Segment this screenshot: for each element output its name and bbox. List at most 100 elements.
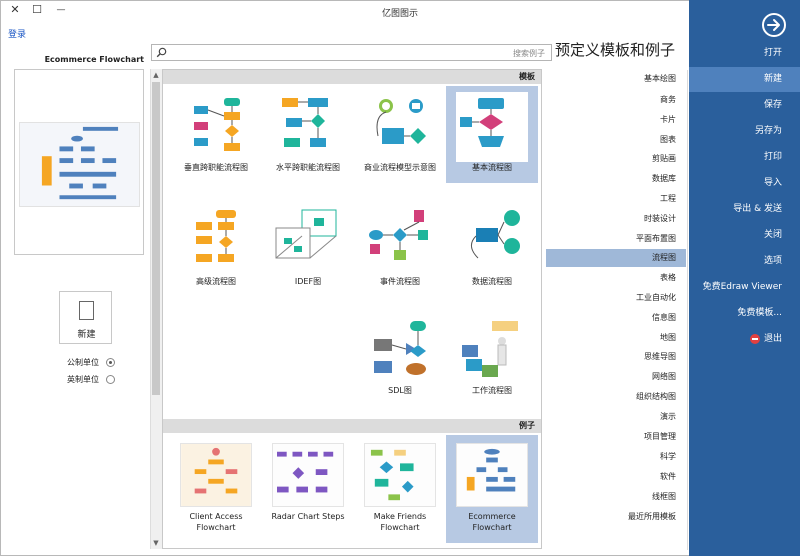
data-flowchart-thumbnail (471, 210, 520, 259)
menu-import[interactable]: 导入 (689, 171, 800, 196)
category-item[interactable]: 线框图 (546, 488, 686, 506)
new-document-button[interactable]: 新建 (59, 291, 112, 344)
preview-pane (14, 69, 144, 255)
new-document-label: 新建 (77, 330, 96, 340)
menu-open[interactable]: 打开 (689, 41, 800, 66)
search-icon[interactable] (156, 47, 167, 58)
example-label: Radar Chart Steps (271, 512, 345, 521)
menu-export-send[interactable]: 导出 & 发送 (689, 197, 800, 222)
example-label: Ecommerce Flowchart (468, 512, 516, 532)
template-horizontal-cross-functional[interactable]: 水平跨职能流程图 (262, 86, 354, 183)
scroll-up-arrow-icon[interactable]: ▲ (151, 70, 161, 80)
category-item[interactable]: 基本绘图 (546, 70, 686, 88)
template-vertical-cross-functional[interactable]: 垂直跨职能流程图 (170, 86, 262, 183)
scrollbar-thumb[interactable] (152, 82, 160, 395)
client-access-thumbnail (180, 443, 252, 507)
menu-save[interactable]: 保存 (689, 93, 800, 118)
template-label: 基本流程图 (472, 163, 512, 172)
vertical-flowchart-thumbnail (194, 98, 240, 151)
category-item[interactable]: 最近所用模板 (546, 508, 686, 526)
page-title: 预定义模板和例子 (555, 41, 676, 59)
make-friends-thumbnail (364, 443, 436, 507)
template-workflow[interactable]: 工作流程图 (446, 309, 538, 406)
imperial-units-label: 英制单位 (67, 375, 99, 384)
idef-thumbnail (275, 209, 337, 259)
category-item[interactable]: 项目管理 (546, 428, 686, 446)
window-title: 亿图图示 (381, 9, 418, 19)
menu-options[interactable]: 选项 (689, 249, 800, 274)
category-item[interactable]: 卡片 (546, 111, 686, 129)
new-document-icon (79, 301, 94, 320)
basic-flowchart-thumbnail (456, 92, 528, 162)
business-process-thumbnail (376, 99, 426, 144)
radar-chart-thumbnail (272, 443, 344, 507)
back-arrow-icon[interactable] (762, 13, 786, 37)
scroll-down-arrow-icon[interactable]: ▼ (151, 538, 161, 548)
template-idef[interactable]: IDEF图 (262, 200, 354, 297)
example-label: Make Friends Flowchart (373, 512, 427, 532)
category-item[interactable]: 工业自动化 (546, 289, 686, 307)
template-event-flowchart[interactable]: 事件流程图 (354, 200, 446, 297)
category-item-flowchart[interactable]: 流程图 (546, 249, 686, 267)
example-radar-chart-steps[interactable]: Radar Chart Steps (262, 435, 354, 543)
template-business-process[interactable]: 商业流程模型示意图 (354, 86, 446, 183)
menu-save-as[interactable]: 另存为 (689, 119, 800, 144)
template-label: 事件流程图 (380, 277, 420, 286)
category-divider (687, 70, 688, 550)
metric-units-radio[interactable] (106, 358, 115, 367)
metric-units-label: 公制单位 (67, 358, 99, 367)
category-item[interactable]: 组织结构图 (546, 388, 686, 406)
menu-free-viewer[interactable]: 免费Edraw Viewer (689, 275, 800, 300)
category-item[interactable]: 时装设计 (546, 210, 686, 228)
preview-title: Ecommerce Flowchart (44, 55, 144, 64)
category-item[interactable]: 地图 (546, 329, 686, 347)
menu-close[interactable]: 关闭 (689, 223, 800, 248)
template-label: 商业流程模型示意图 (364, 163, 436, 172)
examples-section-header: 例子 (163, 419, 541, 433)
example-ecommerce-flowchart[interactable]: Ecommerce Flowchart (446, 435, 538, 543)
template-label: 水平跨职能流程图 (276, 163, 340, 172)
template-label: 垂直跨职能流程图 (184, 163, 248, 172)
exit-icon (749, 333, 760, 344)
search-placeholder: 搜索例子 (513, 49, 545, 58)
category-item[interactable]: 数据库 (546, 170, 686, 188)
horizontal-flowchart-thumbnail (282, 98, 328, 147)
sdl-thumbnail (374, 321, 426, 375)
template-label: 工作流程图 (472, 386, 512, 395)
category-item[interactable]: 软件 (546, 468, 686, 486)
template-label: 高级流程图 (196, 277, 236, 286)
menu-print[interactable]: 打印 (689, 145, 800, 170)
workflow-thumbnail (462, 321, 518, 377)
template-label: 数据流程图 (472, 277, 512, 286)
category-item[interactable]: 工程 (546, 190, 686, 208)
category-item[interactable]: 演示 (546, 408, 686, 426)
category-item[interactable]: 科学 (546, 448, 686, 466)
category-item[interactable]: 网络图 (546, 368, 686, 386)
menu-new[interactable]: 新建 (689, 67, 800, 92)
template-basic-flowchart[interactable]: 基本流程图 (446, 86, 538, 183)
menu-free-templates[interactable]: 免费模板... (689, 301, 800, 326)
example-label: Client Access Flowchart (189, 512, 243, 532)
ecommerce-thumbnail (456, 443, 528, 507)
advanced-flowchart-thumbnail (196, 210, 236, 262)
menu-exit-label: 退出 (763, 334, 782, 344)
imperial-units-radio[interactable] (106, 375, 115, 384)
title-bar: ✕ ☐ — 亿图图示 (0, 0, 800, 22)
category-item[interactable]: 表格 (546, 269, 686, 287)
category-item[interactable]: 图表 (546, 131, 686, 149)
preview-image (19, 122, 140, 207)
login-link[interactable]: 登录 (8, 27, 26, 40)
example-make-friends-flowchart[interactable]: Make Friends Flowchart (354, 435, 446, 543)
category-item[interactable]: 剪贴画 (546, 150, 686, 168)
search-input[interactable]: 搜索例子 (151, 44, 552, 61)
category-item[interactable]: 平面布置图 (546, 230, 686, 248)
template-advanced-flowchart[interactable]: 高级流程图 (170, 200, 262, 297)
template-label: SDL图 (388, 386, 412, 395)
category-item[interactable]: 商务 (546, 91, 686, 109)
category-item[interactable]: 信息图 (546, 309, 686, 327)
template-sdl[interactable]: SDL图 (354, 309, 446, 406)
example-client-access-flowchart[interactable]: Client Access Flowchart (170, 435, 262, 543)
template-data-flowchart[interactable]: 数据流程图 (446, 200, 538, 297)
menu-exit[interactable]: 退出 (689, 327, 800, 352)
category-item[interactable]: 思维导图 (546, 348, 686, 366)
